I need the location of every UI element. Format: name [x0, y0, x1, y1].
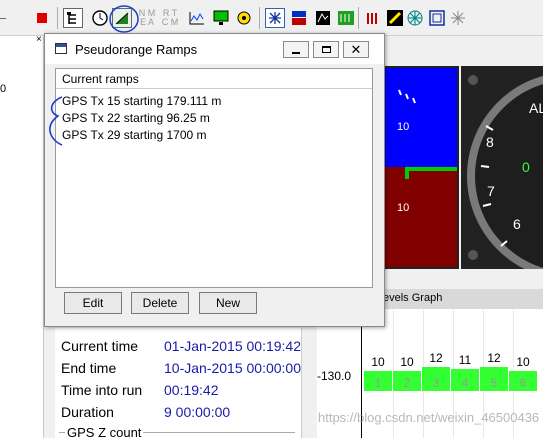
annotation-bracket — [49, 96, 63, 146]
watermark: https://blog.csdn.net/weixin_46500436 — [318, 410, 540, 425]
annotation-circle — [109, 5, 139, 33]
annotation-layer — [49, 5, 139, 146]
